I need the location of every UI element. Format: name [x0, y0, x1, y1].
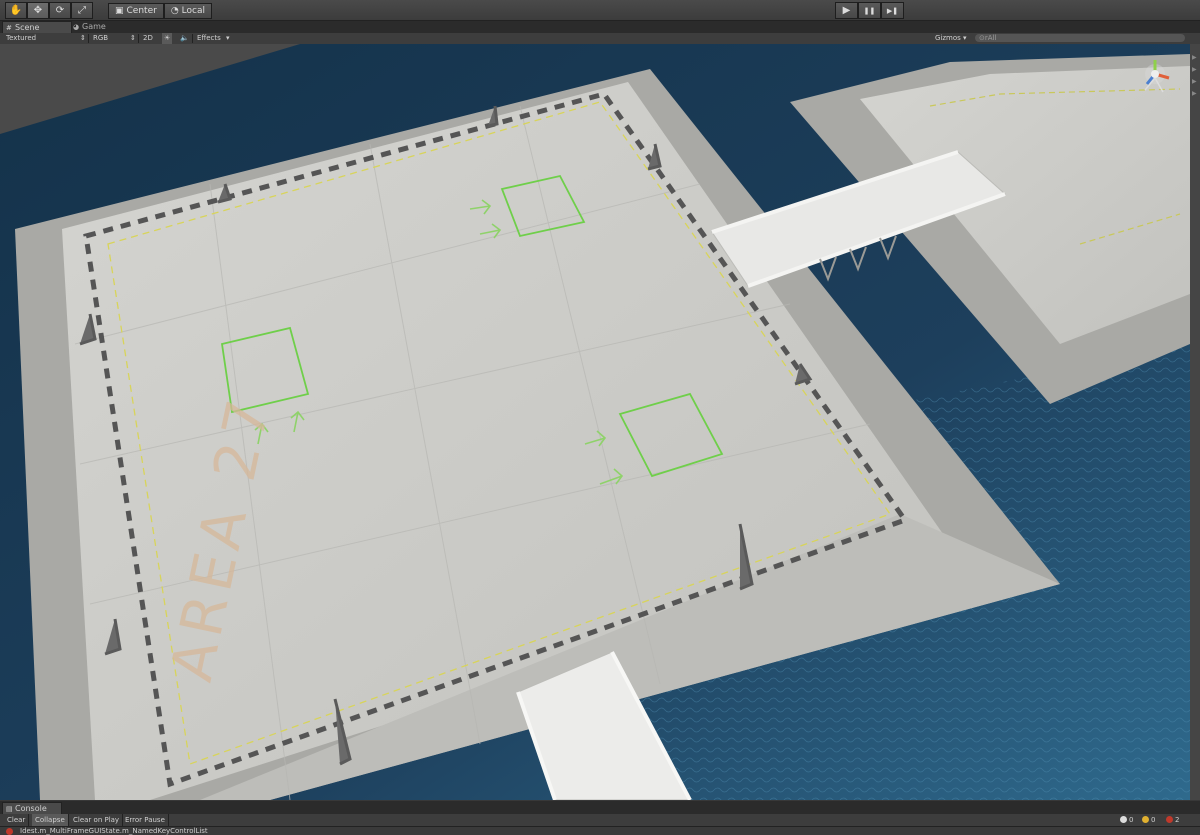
local-space-icon: ◔: [170, 6, 179, 16]
divider: [192, 34, 193, 43]
console-error-pause-button[interactable]: Error Pause: [122, 814, 169, 826]
view-tabbar: # Scene ◕ Game: [0, 21, 1200, 34]
warning-count: 0: [1151, 816, 1156, 824]
color-mode-dropdown[interactable]: RGB: [93, 33, 108, 44]
info-icon: [1120, 816, 1127, 823]
viewport-side-strip: ▶ ▶ ▶ ▶: [1190, 44, 1200, 800]
console-log-text: Idest.m_MultiFrameGUIState.m_NamedKeyCon…: [20, 827, 208, 835]
audio-toggle-icon[interactable]: 🔈: [180, 33, 189, 44]
side-arrow-icon: ▶: [1192, 54, 1197, 61]
console-collapse-button[interactable]: Collapse: [32, 814, 69, 826]
space-label: Local: [181, 6, 205, 16]
scale-tool-button[interactable]: ⤢: [71, 2, 93, 19]
play-icon: ▶: [842, 5, 851, 16]
warning-icon: [1142, 816, 1149, 823]
effects-arrow-icon: ▾: [226, 34, 230, 42]
game-tab-icon: ◕: [73, 23, 80, 31]
color-mode-arrow-icon: ⇕: [130, 34, 136, 42]
move-tool-button[interactable]: ✥: [27, 2, 49, 19]
step-icon: ▶❚: [886, 6, 899, 15]
pivot-icon: ▣: [115, 6, 124, 16]
console-toolbar: Clear Collapse Clear on Play Error Pause…: [0, 814, 1200, 827]
info-count-toggle[interactable]: 0: [1120, 814, 1133, 826]
rotate-icon: ⟳: [55, 5, 65, 16]
hand-tool-button[interactable]: ✋: [5, 2, 27, 19]
hand-icon: ✋: [9, 5, 23, 16]
render-mode-dropdown[interactable]: Textured: [6, 33, 36, 44]
tab-console[interactable]: ▤ Console: [2, 802, 62, 814]
scene-viewport[interactable]: AREA 27: [0, 44, 1190, 800]
info-count: 0: [1129, 816, 1134, 824]
mode-2d-toggle[interactable]: 2D: [143, 33, 153, 44]
play-button[interactable]: ▶: [835, 2, 858, 19]
console-clear-button[interactable]: Clear: [4, 814, 30, 826]
divider: [88, 34, 89, 43]
error-icon: [1166, 816, 1173, 823]
tab-scene-label: Scene: [15, 23, 40, 32]
transform-tools: ✋ ✥ ⟳ ⤢: [5, 2, 93, 19]
tab-game-label: Game: [82, 22, 106, 31]
render-mode-arrow-icon: ⇕: [80, 34, 86, 42]
error-count: 2: [1175, 816, 1180, 824]
divider: [138, 34, 139, 43]
rotate-tool-button[interactable]: ⟳: [49, 2, 71, 19]
side-arrow-icon: ▶: [1192, 78, 1197, 85]
console-tabbar: ▤ Console: [0, 801, 1200, 814]
step-button[interactable]: ▶❚: [881, 2, 904, 19]
scene-render: AREA 27: [0, 44, 1190, 800]
console-clear-on-play-button[interactable]: Clear on Play: [70, 814, 124, 826]
pivot-controls: ▣ Center ◔ Local: [108, 3, 212, 19]
play-controls: ▶ ❚❚ ▶❚: [835, 2, 904, 19]
main-toolbar: ✋ ✥ ⟳ ⤢ ▣ Center ◔ Local ▶ ❚❚ ▶❚: [0, 0, 1200, 21]
error-icon: [6, 828, 13, 835]
gizmos-dropdown[interactable]: Gizmos: [935, 33, 961, 44]
side-arrow-icon: ▶: [1192, 66, 1197, 73]
console-log-entry[interactable]: Idest.m_MultiFrameGUIState.m_NamedKeyCon…: [0, 827, 1200, 835]
warning-count-toggle[interactable]: 0: [1142, 814, 1155, 826]
side-arrow-icon: ▶: [1192, 90, 1197, 97]
pivot-space-button[interactable]: ◔ Local: [163, 3, 212, 19]
scale-icon: ⤢: [78, 5, 86, 16]
pivot-label: Center: [126, 6, 157, 16]
lighting-toggle-icon[interactable]: ☀: [162, 33, 173, 44]
console-tab-label: Console: [15, 804, 47, 813]
scene-search-input[interactable]: ⊙rAll: [975, 34, 1185, 42]
effects-dropdown[interactable]: Effects: [197, 33, 221, 44]
pause-button[interactable]: ❚❚: [858, 2, 881, 19]
tab-game[interactable]: ◕ Game: [70, 21, 132, 33]
pause-icon: ❚❚: [863, 6, 876, 15]
move-icon: ✥: [33, 5, 43, 16]
gizmos-arrow-icon: ▾: [963, 34, 967, 42]
error-count-toggle[interactable]: 2: [1166, 814, 1179, 826]
pivot-mode-button[interactable]: ▣ Center: [108, 3, 164, 19]
